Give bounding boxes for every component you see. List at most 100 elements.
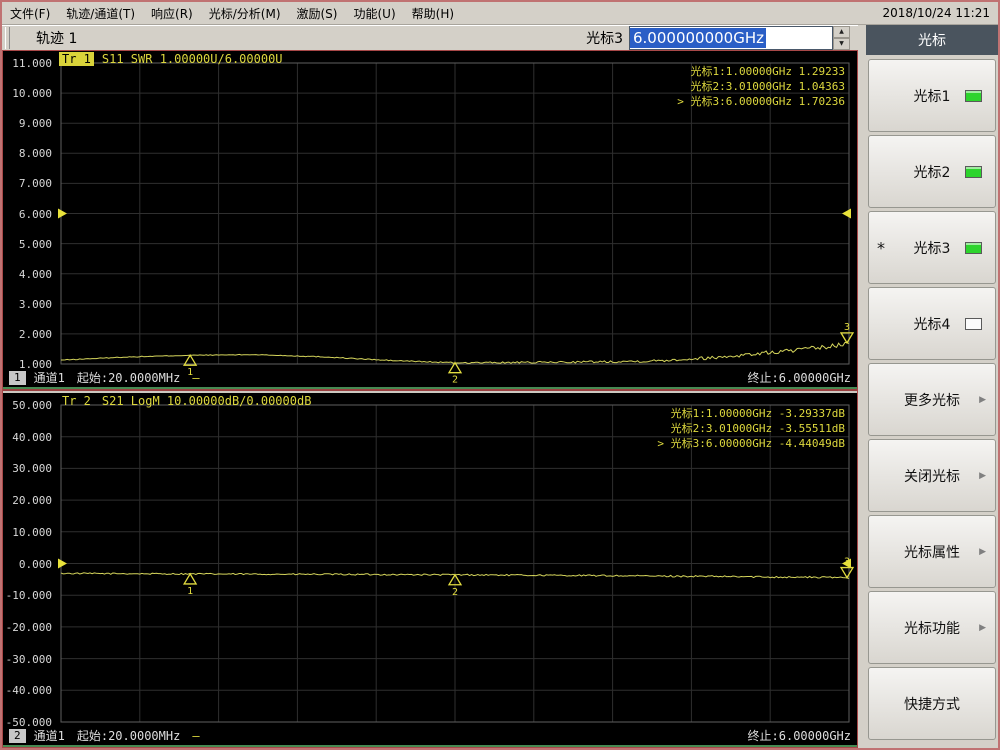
y-axis-label: 50.000 [12,399,52,412]
selected-input-text: 6.000000000GHz [630,28,766,48]
y-axis-label: -40.000 [5,684,52,698]
softkey-buttons: 光标1 光标2 * 光标3 光标4 更多光标 ▶ 关闭光标 ▶ 光标属性 ▶ 光标功能 ▶ 快捷方式 [858,55,998,746]
y-axis-label: 10.000 [12,525,52,539]
trace1-window[interactable]: 1 2 3 Tr 1 S11 SWR 1.00000U/6.00000U 11.000… [3,51,857,389]
y-axis-label: 6.000 [18,207,52,221]
menu-item-help[interactable]: 帮助(H) [404,3,462,24]
softkey-sidebar: 光标 光标1 光标2 * 光标3 光标4 更多光标 ▶ 关闭光标 ▶ 光标属性 ▶ 光标功能 ▶ 快捷方式 [858,25,998,746]
y-axis-label: 2.000 [18,327,52,341]
stimulus-spinner: ▲ ▼ [833,26,850,50]
trace1-title: Tr 1 S11 SWR 1.00000U/6.00000U [59,52,283,66]
menu-item-file[interactable]: 文件(F) [2,3,58,24]
submenu-arrow-icon: ▶ [979,470,986,481]
y-axis-label: -10.000 [5,589,52,603]
led-indicator-off [965,317,982,330]
y-axis-label: -20.000 [5,620,52,634]
y-axis-label: 4.000 [18,267,52,281]
y-axis-label: 1.000 [18,358,52,371]
spin-down-button[interactable]: ▼ [833,38,850,50]
y-axis-label: 0.000 [18,557,52,571]
menu-item-utility[interactable]: 功能(U) [345,3,403,24]
spin-up-button[interactable]: ▲ [833,26,850,38]
menu-item-marker-analysis[interactable]: 光标/分析(M) [201,3,289,24]
softkey-more-markers[interactable]: 更多光标 ▶ [868,363,996,436]
marker-number: 2 [452,587,458,598]
marker-readout-line: > 光标3:6.00000GHz -4.44049dB [657,437,845,450]
y-axis-label: 5.000 [18,237,52,251]
vna-application-window: 文件(F) 轨迹/通道(T) 响应(R) 光标/分析(M) 激励(S) 功能(U) 帮助(H… [0,0,1000,750]
trace1-format-label: S11 SWR 1.00000U/6.00000U [101,52,283,66]
trace2-format-label: S21 LogM 10.00000dB/0.00000dB [101,394,312,408]
trace1-number-tag: Tr 1 [59,52,94,66]
y-axis-label: 11.000 [12,57,52,70]
menu-item-trace-channel[interactable]: 轨迹/通道(T) [58,3,143,24]
ref-level-arrow-left-icon [58,208,67,219]
softkey-label: 光标4 [913,316,951,333]
y-axis-label: -30.000 [5,652,52,666]
menu-item-stimulus[interactable]: 激励(S) [289,3,346,24]
marker-readout-line: 光标2:3.01000GHz -3.55511dB [670,422,845,435]
ref-level-arrow-right-icon [842,208,851,219]
menu-bar: 文件(F) 轨迹/通道(T) 响应(R) 光标/分析(M) 激励(S) 功能(U) 帮助(H… [2,2,998,25]
softkey-label: 关闭光标 [904,468,960,485]
softkey-marker-properties[interactable]: 光标属性 ▶ [868,515,996,588]
marker-readout-line: > 光标3:6.00000GHz 1.70236 [677,95,845,108]
y-axis-label: -50.000 [5,716,52,729]
marker-readout-line: 光标1:1.00000GHz -3.29337dB [670,407,845,420]
softkey-label: 光标2 [913,164,951,181]
submenu-arrow-icon: ▶ [979,622,986,633]
marker-number: 1 [187,367,193,378]
marker-number: 3 [844,557,850,568]
y-axis-label: 7.000 [18,177,52,191]
y-axis-label: 10.000 [12,87,52,101]
marker-number: 3 [844,322,850,333]
trace2-y-axis-labels: 50.000 40.000 30.000 20.000 10.000 0.000 -10.0… [3,393,56,745]
softkey-label: 光标3 [913,240,951,257]
softkey-label: 快捷方式 [904,696,960,713]
submenu-arrow-icon: ▶ [979,546,986,557]
softkey-marker4[interactable]: 光标4 [868,287,996,360]
softkey-marker3[interactable]: * 光标3 [868,211,996,284]
marker-readout-line: 光标2:3.01000GHz 1.04363 [690,80,845,93]
y-axis-label: 9.000 [18,117,52,131]
led-indicator-on [965,241,982,254]
led-indicator-on [965,89,982,102]
softkey-menu-title: 光标 [866,25,998,55]
marker-readout-line: 光标1:1.00000GHz 1.29233 [690,65,845,78]
y-axis-label: 8.000 [18,147,52,161]
chart-region: 123 Tr 1 S11 SWR 1.00000U/6.00000U 11.000… [2,50,858,748]
softkey-label: 光标功能 [904,620,960,637]
softkey-marker2[interactable]: 光标2 [868,135,996,208]
trace1-y-axis-labels: 11.000 10.000 9.000 8.000 7.000 6.000 5.000 4.0… [3,51,56,387]
led-indicator-on [965,165,982,178]
ref-level-arrow-left-icon [58,558,67,569]
marker-stimulus-input[interactable]: 6.000000000GHz [629,26,833,50]
marker-symbol-active [839,566,855,579]
entry-toolbar: 轨迹 1 光标3 6.000000000GHz ▲ ▼ [2,25,858,50]
softkey-markers-off[interactable]: 关闭光标 ▶ [868,439,996,512]
menu-item-response[interactable]: 响应(R) [143,3,201,24]
softkey-label: 更多光标 [904,392,960,409]
softkey-marker-function[interactable]: 光标功能 ▶ [868,591,996,664]
marker-number: 2 [452,375,458,386]
softkey-shortcuts[interactable]: 快捷方式 [868,667,996,740]
trace2-marker-readout: 光标1:1.00000GHz -3.29337dB 光标2:3.01000GHz … [657,406,845,451]
y-axis-label: 30.000 [12,462,52,476]
marker-field-label: 光标3 [586,31,623,47]
y-axis-label: 40.000 [12,430,52,444]
y-axis-label: 20.000 [12,494,52,508]
datetime-display: 2018/10/24 11:21 [882,6,990,20]
marker-number: 1 [187,586,193,597]
trace2-number-tag: Tr 2 [62,394,91,408]
trace2-title: Tr 2 S21 LogM 10.00000dB/0.00000dB [59,394,311,408]
trace1-marker-readout: 光标1:1.00000GHz 1.29233 光标2:3.01000GHz 1.0… [677,64,845,109]
active-marker-star: * [877,238,885,257]
marker-symbol [182,572,198,585]
menu-items: 文件(F) 轨迹/通道(T) 响应(R) 光标/分析(M) 激励(S) 功能(U) 帮助(H… [2,3,462,24]
toolbar-grip[interactable] [5,27,10,49]
trace2-window[interactable]: 1 2 3 Tr 2 S21 LogM 10.00000dB/0.00000dB 50… [3,393,857,747]
active-trace-label: 轨迹 1 [36,31,78,47]
submenu-arrow-icon: ▶ [979,394,986,405]
softkey-marker1[interactable]: 光标1 [868,59,996,132]
softkey-label: 光标属性 [904,544,960,561]
